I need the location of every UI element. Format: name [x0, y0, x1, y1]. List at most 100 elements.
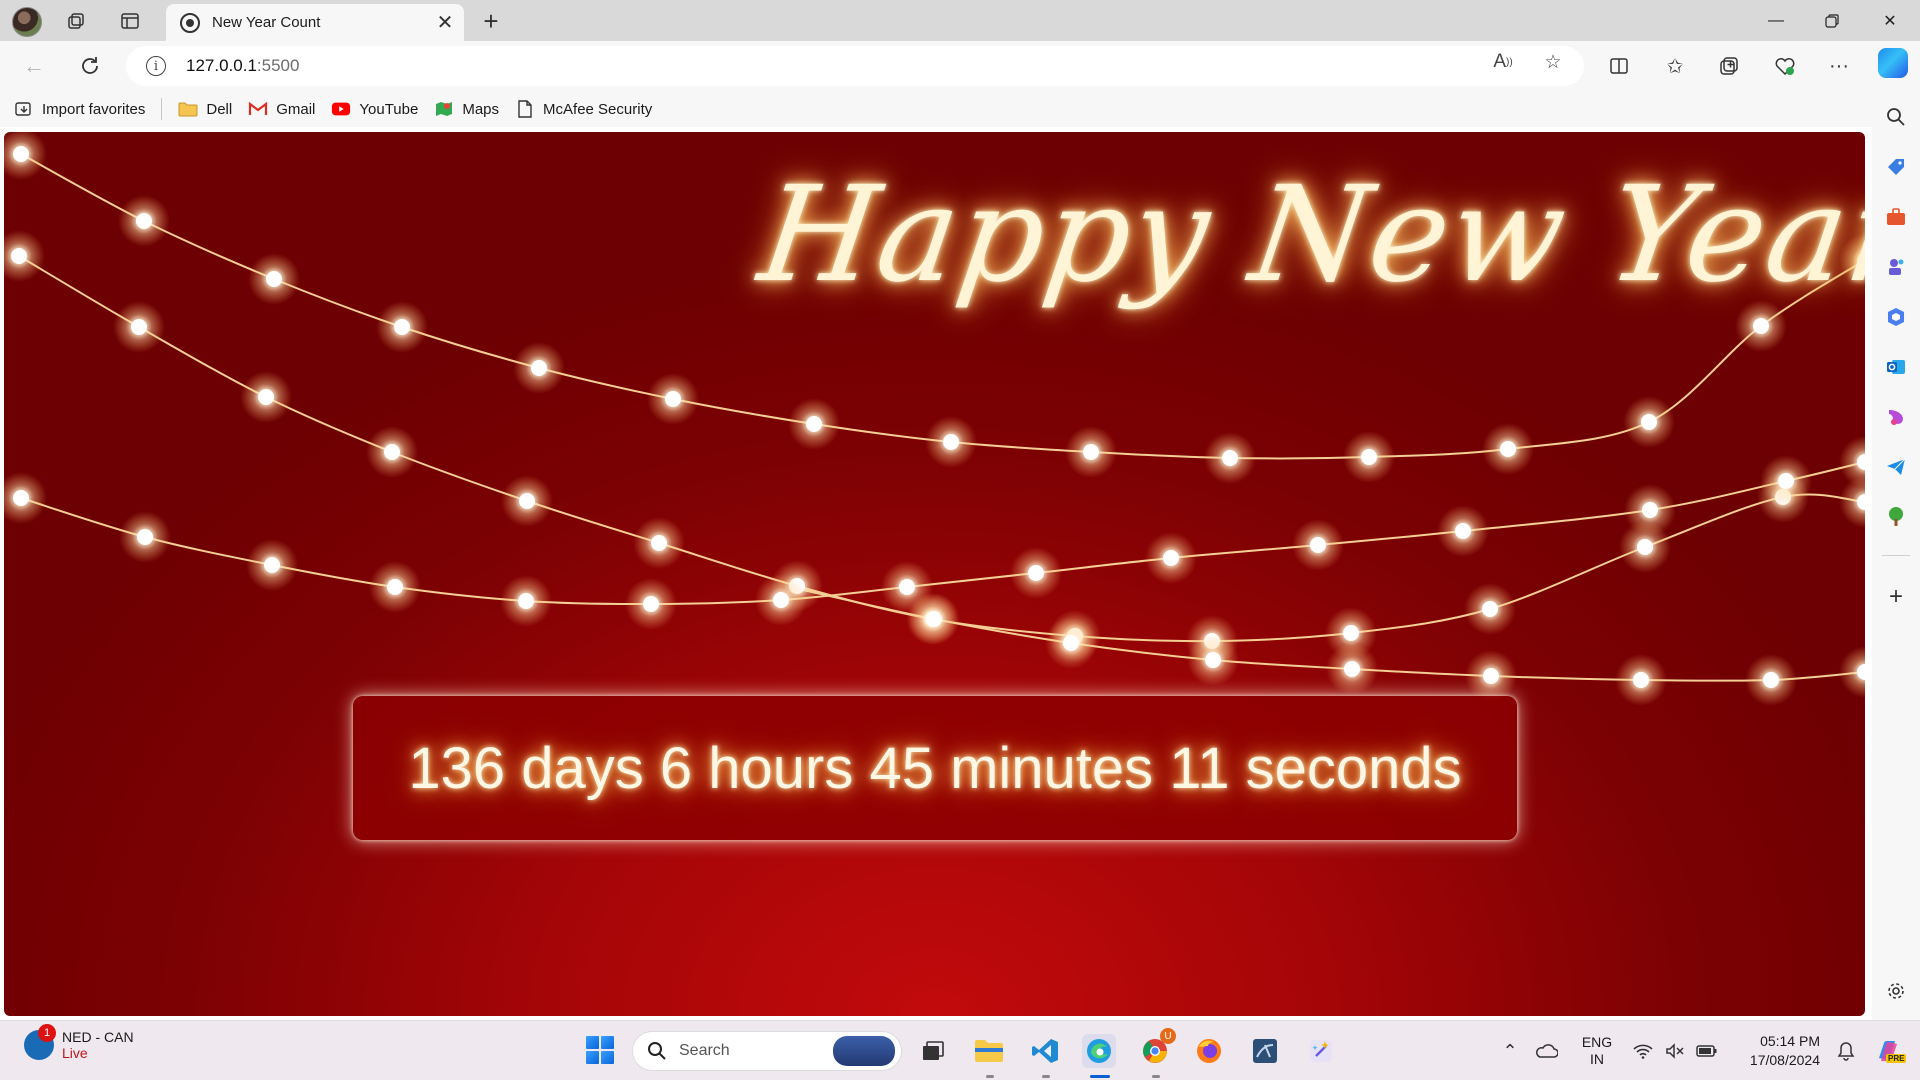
task-view-icon[interactable]: [916, 1034, 950, 1068]
light-bulb: [500, 575, 552, 627]
favorite-gmail[interactable]: Gmail: [240, 94, 323, 124]
onedrive-icon[interactable]: [1524, 1043, 1568, 1059]
telegram-send-icon[interactable]: [1884, 455, 1908, 479]
favorite-label: McAfee Security: [543, 100, 653, 118]
light-bulb: [1615, 654, 1667, 706]
system-tray: ⌃ ENG IN 05:14 PM 17/08/2024 PRE: [1496, 1021, 1908, 1080]
active-indicator: [1090, 1075, 1110, 1078]
volume-muted-icon[interactable]: [1660, 1043, 1690, 1059]
sports-widget[interactable]: 1 NED - CAN Live: [24, 1024, 134, 1061]
light-bulb: [501, 475, 553, 527]
language-indicator[interactable]: ENG IN: [1568, 1034, 1626, 1068]
favorite-star-icon[interactable]: ☆: [1540, 49, 1566, 75]
vscode-icon[interactable]: [1028, 1034, 1062, 1068]
running-indicator: [1152, 1075, 1160, 1078]
start-button[interactable]: [586, 1036, 614, 1064]
favorite-youtube[interactable]: YouTube: [323, 94, 426, 124]
split-screen-icon[interactable]: [1600, 49, 1638, 83]
copilot-designer-icon[interactable]: [1884, 405, 1908, 429]
windows-taskbar: 1 NED - CAN Live Search U ⌃ ENG IN 05:14…: [0, 1020, 1920, 1080]
tree-icon[interactable]: [1884, 505, 1908, 529]
app-icon-sparkle[interactable]: [1304, 1034, 1338, 1068]
site-info-icon[interactable]: i: [146, 56, 166, 76]
copilot-preview-icon[interactable]: PRE: [1868, 1038, 1908, 1064]
light-bulb: [246, 539, 298, 591]
light-bulb: [647, 373, 699, 425]
gear-icon[interactable]: [1884, 979, 1908, 1003]
gmail-icon: [248, 100, 268, 118]
light-bulb: [1839, 436, 1865, 488]
wifi-icon[interactable]: [1626, 1043, 1660, 1059]
edge-sidebar: +: [1872, 91, 1920, 1020]
light-bulb: [248, 253, 300, 305]
search-icon[interactable]: [1884, 105, 1908, 129]
light-bulb: [118, 195, 170, 247]
light-bulb: [1465, 650, 1517, 702]
page-icon: [515, 100, 535, 118]
light-bulb: [925, 416, 977, 468]
light-bulb: [1065, 426, 1117, 478]
read-aloud-icon[interactable]: A)): [1490, 49, 1516, 75]
search-placeholder: Search: [679, 1042, 730, 1059]
light-bulb: [1437, 505, 1489, 557]
shopping-tag-icon[interactable]: [1884, 155, 1908, 179]
new-tab-button[interactable]: +: [474, 6, 508, 36]
favorites-list-icon[interactable]: ✩: [1656, 49, 1694, 83]
outlook-icon[interactable]: [1884, 355, 1908, 379]
microsoft-365-icon[interactable]: [1884, 305, 1908, 329]
add-icon[interactable]: +: [1884, 583, 1908, 610]
close-window-icon[interactable]: ✕: [1862, 0, 1918, 41]
favorite-label: YouTube: [359, 100, 419, 118]
light-wire: [20, 461, 1865, 606]
profile-avatar[interactable]: [12, 7, 42, 37]
favorite-mcafee[interactable]: McAfee Security: [507, 94, 660, 124]
minimize-icon[interactable]: —: [1748, 0, 1804, 41]
more-options-icon[interactable]: ···: [1820, 49, 1858, 83]
tab-new-year-count[interactable]: New Year Count ✕: [166, 4, 464, 41]
chrome-icon[interactable]: U: [1138, 1028, 1176, 1068]
favorite-import[interactable]: Import favorites: [6, 94, 153, 124]
light-bulb: [1745, 654, 1797, 706]
file-explorer-icon[interactable]: [972, 1034, 1006, 1068]
light-bulb: [4, 472, 47, 524]
light-bulb: [1624, 484, 1676, 536]
page-viewport: Happy New Year 136 days 6 hours 45 minut…: [4, 132, 1865, 1016]
light-bulb: [4, 132, 47, 180]
copilot-icon[interactable]: [1878, 48, 1908, 78]
mysql-workbench-icon[interactable]: [1248, 1034, 1282, 1068]
youtube-icon: [331, 100, 351, 118]
restore-icon[interactable]: [1804, 0, 1860, 41]
browser-essentials-icon[interactable]: [1766, 49, 1804, 83]
light-bulb: [1292, 519, 1344, 571]
notification-bell-icon[interactable]: [1824, 1041, 1868, 1061]
browser-toolbar: ← i 127.0.0.1:5500 A)) ☆ ✩ ···: [0, 41, 1920, 91]
light-bulb: [1464, 583, 1516, 635]
favorites-separator: [161, 98, 163, 120]
collections-icon[interactable]: [1710, 49, 1748, 83]
light-bulb: [1204, 432, 1256, 484]
favorite-dell[interactable]: Dell: [170, 94, 240, 124]
language-code: ENG: [1581, 1034, 1613, 1050]
preview-badge: PRE: [1886, 1054, 1907, 1063]
workspaces-icon[interactable]: [62, 8, 90, 34]
address-bar[interactable]: i 127.0.0.1:5500: [126, 46, 1584, 86]
games-icon[interactable]: [1884, 255, 1908, 279]
favorite-maps[interactable]: Maps: [426, 94, 507, 124]
favorite-label: Gmail: [276, 100, 316, 118]
edge-browser-icon[interactable]: [1082, 1034, 1116, 1068]
close-tab-icon[interactable]: ✕: [430, 8, 460, 38]
clock[interactable]: 05:14 PM 17/08/2024: [1724, 1032, 1824, 1070]
taskbar-search[interactable]: Search: [632, 1031, 902, 1071]
tools-briefcase-icon[interactable]: [1884, 205, 1908, 229]
favorite-label: Import favorites: [42, 100, 146, 118]
battery-icon[interactable]: [1690, 1044, 1724, 1058]
light-bulb: [633, 517, 685, 569]
light-bulb: [369, 561, 421, 613]
chevron-up-icon[interactable]: ⌃: [1496, 1041, 1524, 1062]
refresh-icon[interactable]: [72, 49, 108, 83]
vertical-tabs-icon[interactable]: [116, 8, 144, 34]
light-bulb: [240, 371, 292, 423]
firefox-icon[interactable]: [1192, 1034, 1226, 1068]
favorite-label: Dell: [206, 100, 233, 118]
back-arrow-icon[interactable]: ←: [16, 49, 52, 83]
